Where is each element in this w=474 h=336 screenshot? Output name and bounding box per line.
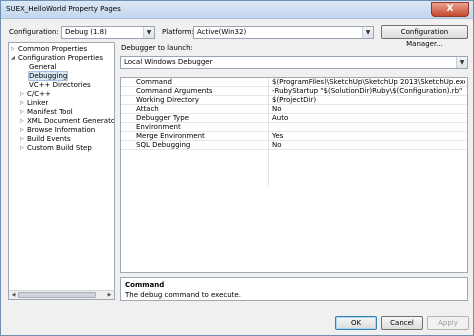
property-grid[interactable]: Command $(ProgramFiles)\SketchUp\SketchU… bbox=[120, 77, 468, 273]
scrollbar-thumb[interactable] bbox=[18, 292, 96, 298]
ok-button[interactable]: OK bbox=[335, 316, 377, 330]
tree-item-label: Common Properties bbox=[18, 45, 88, 53]
tree-item-label: Linker bbox=[27, 99, 49, 107]
property-row[interactable]: Debugger Type Auto bbox=[121, 114, 467, 123]
tree-item[interactable]: ▷ Common Properties bbox=[11, 45, 87, 54]
expand-arrow-icon[interactable]: ▷ bbox=[20, 90, 27, 99]
expand-arrow-icon[interactable]: ▷ bbox=[20, 135, 27, 144]
property-row[interactable]: SQL Debugging No bbox=[121, 141, 467, 150]
expand-arrow-icon[interactable]: ▷ bbox=[20, 117, 27, 126]
resize-grip-icon[interactable]: ⋰ bbox=[463, 325, 471, 333]
property-row[interactable]: Environment bbox=[121, 123, 467, 132]
expand-arrow-icon[interactable]: ▷ bbox=[20, 126, 27, 135]
property-name: Debugger Type bbox=[136, 114, 189, 122]
expand-arrow-icon[interactable]: ▷ bbox=[20, 108, 27, 117]
tree-item-label: Configuration Properties bbox=[18, 54, 104, 62]
expand-arrow-icon[interactable]: ▷ bbox=[11, 45, 18, 54]
tree-item-label: XML Document Generator bbox=[27, 117, 115, 125]
window-title: SUEX_HelloWorld Property Pages bbox=[6, 5, 121, 13]
property-tree[interactable]: ▷ Common Properties ◢ Configuration Proper… bbox=[8, 42, 115, 300]
cancel-button[interactable]: Cancel bbox=[381, 316, 423, 330]
property-row[interactable]: Merge Environment Yes bbox=[121, 132, 467, 141]
tree-item-label: C/C++ bbox=[27, 90, 51, 98]
property-row[interactable]: Attach No bbox=[121, 105, 467, 114]
property-value[interactable]: $(ProjectDir) bbox=[270, 96, 465, 104]
property-row[interactable]: Command $(ProgramFiles)\SketchUp\SketchU… bbox=[121, 78, 467, 87]
tree-item-label: Build Events bbox=[27, 135, 71, 143]
collapse-arrow-icon[interactable]: ◢ bbox=[11, 54, 18, 63]
description-text: The debug command to execute. bbox=[125, 291, 241, 299]
tree-item[interactable]: ▷ C/C++ bbox=[20, 90, 51, 99]
tree-item-label: Browse Information bbox=[27, 126, 96, 134]
tree-item-label: General bbox=[29, 63, 57, 71]
property-row[interactable]: Command Arguments -RubyStartup "$(Soluti… bbox=[121, 87, 467, 96]
close-icon: X bbox=[446, 4, 454, 14]
tree-item-label: Manifest Tool bbox=[27, 108, 73, 116]
description-panel: Command The debug command to execute. bbox=[120, 277, 468, 301]
property-value[interactable]: -RubyStartup "$(SolutionDir)Ruby\$(Confi… bbox=[270, 87, 465, 95]
tree-item-selected[interactable]: Debugging bbox=[27, 71, 69, 81]
chevron-down-icon: ▼ bbox=[143, 27, 154, 38]
property-pages-window: SUEX_HelloWorld Property Pages X Configu… bbox=[0, 0, 474, 336]
tree-item[interactable]: ▷ XML Document Generator bbox=[20, 117, 115, 126]
platform-dropdown[interactable]: Active(Win32) ▼ bbox=[193, 26, 374, 39]
close-button[interactable]: X bbox=[431, 2, 469, 17]
tree-item[interactable]: ◢ Configuration Properties bbox=[11, 54, 103, 63]
scroll-right-icon[interactable]: ▶ bbox=[105, 291, 114, 299]
tree-item[interactable]: ▷ Browse Information bbox=[20, 126, 95, 135]
property-name: Environment bbox=[136, 123, 181, 131]
expand-arrow-icon[interactable]: ▷ bbox=[20, 99, 27, 108]
scroll-left-icon[interactable]: ◀ bbox=[9, 291, 18, 299]
horizontal-scrollbar[interactable]: ◀ ▶ bbox=[9, 290, 114, 299]
tree-item-label: Custom Build Step bbox=[27, 144, 92, 152]
chevron-down-icon: ▼ bbox=[362, 27, 373, 38]
property-name: Command bbox=[136, 78, 172, 86]
tree-item[interactable]: VC++ Directories bbox=[29, 81, 91, 90]
tree-item-label: VC++ Directories bbox=[29, 81, 91, 89]
property-name: Working Directory bbox=[136, 96, 200, 104]
debugger-value: Local Windows Debugger bbox=[124, 58, 213, 66]
property-name: Command Arguments bbox=[136, 87, 213, 95]
expand-arrow-icon[interactable]: ▷ bbox=[20, 144, 27, 153]
property-value[interactable]: Yes bbox=[270, 132, 465, 140]
tree-item-label: Debugging bbox=[27, 71, 69, 81]
debugger-dropdown[interactable]: Local Windows Debugger ▼ bbox=[120, 56, 468, 69]
configuration-label: Configuration: bbox=[9, 28, 59, 36]
property-value[interactable]: No bbox=[270, 141, 465, 149]
tree-item[interactable]: ▷ Build Events bbox=[20, 135, 71, 144]
tree-item[interactable]: ▷ Manifest Tool bbox=[20, 108, 73, 117]
tree-item[interactable]: ▷ Custom Build Step bbox=[20, 144, 92, 153]
property-value[interactable]: Auto bbox=[270, 114, 465, 122]
property-value[interactable]: No bbox=[270, 105, 465, 113]
chevron-down-icon: ▼ bbox=[456, 57, 467, 68]
title-bar[interactable]: SUEX_HelloWorld Property Pages X bbox=[1, 1, 473, 19]
property-row[interactable]: Working Directory $(ProjectDir) bbox=[121, 96, 467, 105]
platform-label: Platform: bbox=[162, 28, 194, 36]
property-name: Merge Environment bbox=[136, 132, 205, 140]
platform-value: Active(Win32) bbox=[197, 28, 247, 36]
property-name: SQL Debugging bbox=[136, 141, 191, 149]
tree-item[interactable]: General bbox=[29, 63, 57, 72]
configuration-dropdown[interactable]: Debug (1.8) ▼ bbox=[61, 26, 155, 39]
configuration-manager-button[interactable]: Configuration Manager... bbox=[381, 25, 468, 48]
property-name: Attach bbox=[136, 105, 159, 113]
configuration-value: Debug (1.8) bbox=[65, 28, 107, 36]
property-value[interactable]: $(ProgramFiles)\SketchUp\SketchUp 2013\S… bbox=[270, 78, 465, 86]
tree-item[interactable]: ▷ Linker bbox=[20, 99, 48, 108]
description-title: Command bbox=[125, 281, 165, 289]
debugger-to-launch-label: Debugger to launch: bbox=[121, 44, 193, 52]
